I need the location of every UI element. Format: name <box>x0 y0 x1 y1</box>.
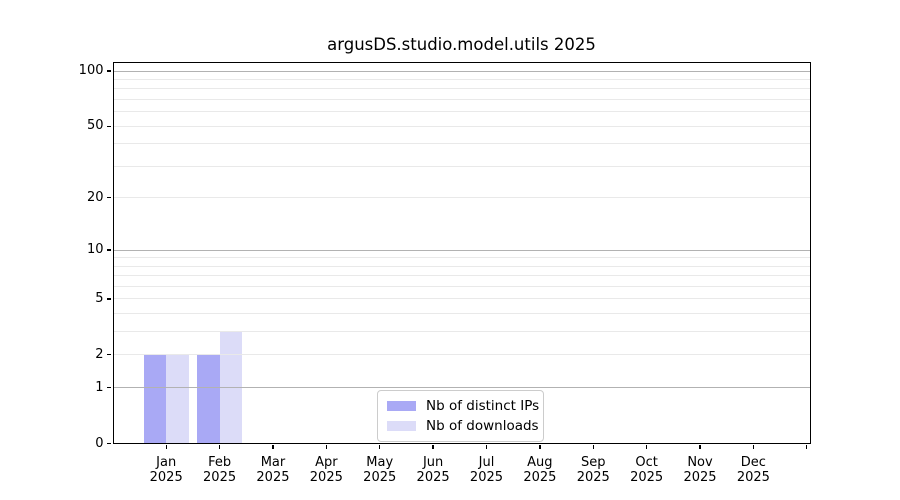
x-tick-mark-may <box>379 445 380 450</box>
legend-label-downloads: Nb of downloads <box>426 418 539 434</box>
x-tick-mark-nov <box>699 445 700 450</box>
legend-row-distinct-ips: Nb of distinct IPs <box>387 398 533 414</box>
y-tick-label-0: 0 <box>44 436 104 452</box>
x-tick-mark-apr <box>326 445 327 450</box>
y-tick-label-50: 50 <box>44 118 104 134</box>
chart-figure: argusDS.studio.model.utils 2025 0 1 2 5 10 20… <box>0 0 900 500</box>
x-tick-mark-jun <box>432 445 433 450</box>
y-tick-mark-0 <box>107 443 112 444</box>
y-tick-mark-100 <box>107 70 112 71</box>
x-tick-mark-end <box>806 445 807 450</box>
x-tick-mark-feb <box>219 445 220 450</box>
y-tick-label-100: 100 <box>44 63 104 79</box>
legend-row-downloads: Nb of downloads <box>387 418 533 434</box>
y-tick-label-5: 5 <box>44 291 104 307</box>
y-tick-mark-2 <box>107 354 112 355</box>
x-tick-mark-aug <box>539 445 540 450</box>
y-tick-label-10: 10 <box>44 242 104 258</box>
y-tick-label-1: 1 <box>44 380 104 396</box>
y-tick-mark-5 <box>107 298 112 299</box>
x-tick-mark-mar <box>272 445 273 450</box>
y-tick-label-20: 20 <box>44 190 104 206</box>
legend-label-distinct-ips: Nb of distinct IPs <box>426 398 539 414</box>
plot-area-border <box>113 62 812 444</box>
x-tick-label-dec: Dec2025 <box>721 455 785 486</box>
chart-title: argusDS.studio.model.utils 2025 <box>112 35 811 54</box>
y-tick-mark-50 <box>107 126 112 127</box>
y-tick-mark-1 <box>107 387 112 388</box>
y-tick-mark-10 <box>107 249 112 250</box>
legend: Nb of distinct IPs Nb of downloads <box>377 390 544 442</box>
x-tick-mark-sep <box>593 445 594 450</box>
y-tick-mark-20 <box>107 197 112 198</box>
x-tick-mark-jul <box>486 445 487 450</box>
x-tick-mark-jan <box>166 445 167 450</box>
legend-swatch-distinct-ips <box>387 401 416 412</box>
y-tick-label-2: 2 <box>44 347 104 363</box>
legend-swatch-downloads <box>387 421 416 432</box>
x-tick-mark-dec <box>753 445 754 450</box>
x-tick-mark-oct <box>646 445 647 450</box>
